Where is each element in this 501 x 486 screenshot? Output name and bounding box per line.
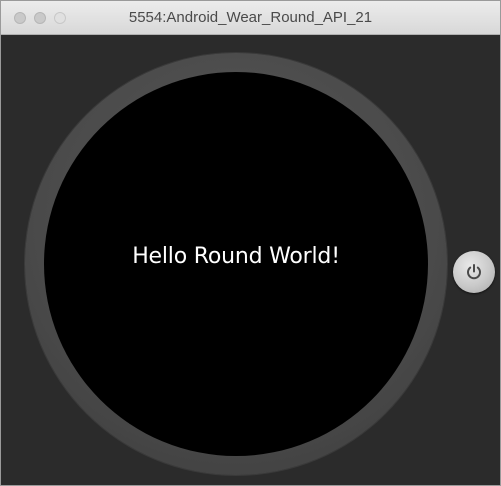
hello-text: Hello Round World!: [132, 243, 340, 269]
power-icon: [465, 263, 483, 281]
emulator-window: 5554:Android_Wear_Round_API_21 Hello Rou…: [0, 0, 501, 486]
emulator-content: Hello Round World!: [1, 35, 500, 485]
watch-bezel: Hello Round World!: [25, 53, 447, 475]
power-button[interactable]: [453, 251, 495, 293]
watch-screen[interactable]: Hello Round World!: [44, 72, 428, 456]
window-title: 5554:Android_Wear_Round_API_21: [128, 9, 373, 26]
title-bar[interactable]: 5554:Android_Wear_Round_API_21: [1, 1, 500, 35]
